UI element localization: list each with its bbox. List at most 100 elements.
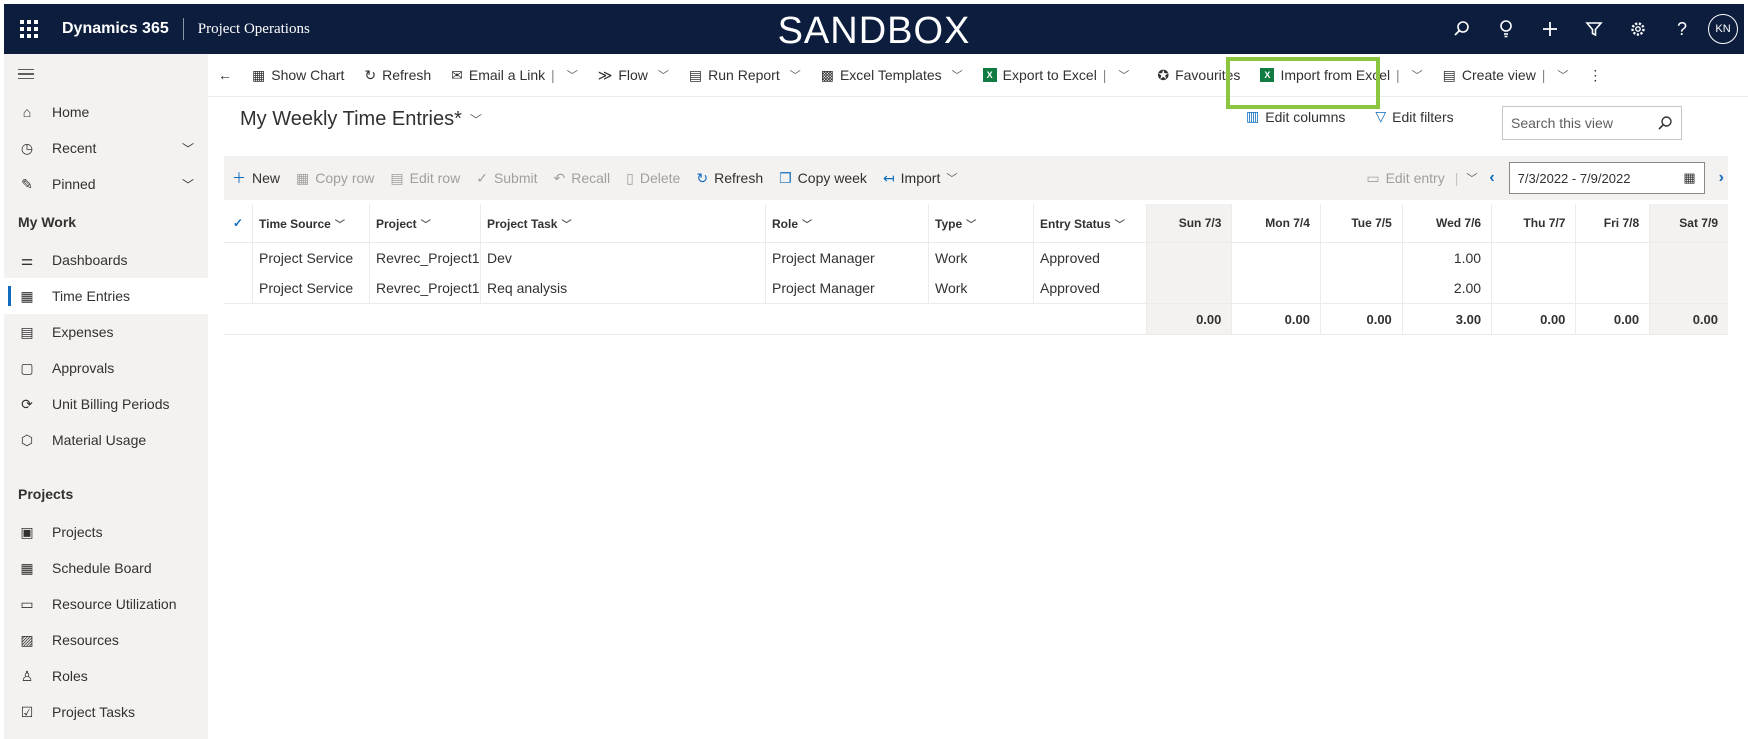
- calendar-icon[interactable]: ▦: [1683, 170, 1695, 186]
- grid-refresh-button[interactable]: ↻ Refresh: [688, 170, 771, 187]
- nav-pinned[interactable]: ✎ Pinned ﹀: [4, 166, 208, 202]
- table-row[interactable]: Project Service Revrec_Project1 Req anal…: [224, 273, 1728, 304]
- date-range-picker[interactable]: 7/3/2022 - 7/9/2022 ▦: [1508, 162, 1705, 194]
- date-range-value: 7/3/2022 - 7/9/2022: [1517, 170, 1631, 186]
- recall-button[interactable]: ↶ Recall: [546, 170, 619, 187]
- row-checkbox[interactable]: [224, 273, 253, 304]
- nav-home[interactable]: ⌂ Home: [4, 94, 208, 130]
- excel-templates-button[interactable]: ▩ Excel Templates ﹀: [811, 54, 973, 96]
- nav-schedule-board[interactable]: ▦ Schedule Board: [4, 550, 208, 586]
- cell-hours-tue[interactable]: [1319, 273, 1403, 304]
- nav-time-entries[interactable]: ▦ Time Entries: [4, 278, 208, 314]
- search-input[interactable]: Search this view: [1502, 106, 1682, 140]
- nav-dashboards[interactable]: ⚌ Dashboards: [4, 242, 208, 278]
- app-launcher-button[interactable]: [4, 4, 54, 54]
- more-commands-button[interactable]: ⋮: [1578, 54, 1612, 96]
- cell-hours-thu[interactable]: [1491, 242, 1576, 273]
- delete-button[interactable]: ▯ Delete: [618, 170, 688, 187]
- cell-hours-tue[interactable]: [1319, 242, 1403, 273]
- view-selector[interactable]: My Weekly Time Entries* ﹀: [240, 108, 482, 131]
- cell-hours-fri[interactable]: [1575, 273, 1650, 304]
- nav-project-tasks[interactable]: ☑ Project Tasks: [4, 694, 208, 730]
- chevron-down-icon[interactable]: ﹀: [567, 67, 578, 83]
- cell-hours-mon[interactable]: [1231, 273, 1321, 304]
- refresh-button[interactable]: ↻ Refresh: [354, 54, 441, 96]
- column-header-project-task[interactable]: Project Task ﹀: [480, 204, 766, 243]
- column-header-time-source[interactable]: Time Source ﹀: [252, 204, 370, 243]
- cell-project[interactable]: Revrec_Project1: [369, 273, 481, 304]
- nav-resources[interactable]: ▨ Resources: [4, 622, 208, 658]
- nav-expenses[interactable]: ▤ Expenses: [4, 314, 208, 350]
- search-icon[interactable]: [1440, 4, 1484, 54]
- cell-project-task[interactable]: Dev: [480, 242, 766, 273]
- back-button[interactable]: ←: [208, 54, 242, 96]
- cell-hours-mon[interactable]: [1231, 242, 1321, 273]
- column-header-type[interactable]: Type ﹀: [928, 204, 1034, 243]
- cell-hours-sun[interactable]: [1145, 273, 1232, 304]
- edit-columns-button[interactable]: ▥ Edit columns: [1246, 108, 1345, 125]
- submit-button[interactable]: ✓ Submit: [468, 170, 545, 187]
- column-header-role[interactable]: Role ﹀: [765, 204, 929, 243]
- export-excel-button[interactable]: X Export to Excel | ﹀: [973, 54, 1140, 96]
- cell-hours-wed[interactable]: 1.00: [1401, 242, 1492, 273]
- nav-material-usage[interactable]: ⬡ Material Usage: [4, 422, 208, 458]
- plus-icon[interactable]: [1528, 4, 1572, 54]
- create-view-button[interactable]: ▤ Create view | ﹀: [1433, 54, 1579, 96]
- chevron-down-icon[interactable]: ﹀: [182, 140, 194, 157]
- select-all-checkbox[interactable]: ✓: [224, 204, 253, 243]
- edit-filters-button[interactable]: ▽ Edit filters: [1375, 108, 1453, 125]
- copy-row-button[interactable]: ▦ Copy row: [288, 170, 382, 187]
- cell-project[interactable]: Revrec_Project1: [369, 242, 481, 273]
- filter-icon[interactable]: [1572, 4, 1616, 54]
- nav-recent[interactable]: ◷ Recent ﹀: [4, 130, 208, 166]
- nav-label: Time Entries: [52, 288, 131, 304]
- divider: |: [547, 67, 555, 83]
- chevron-down-icon[interactable]: ﹀: [1118, 67, 1129, 83]
- next-week-button[interactable]: ›: [1715, 169, 1728, 187]
- nav-roles[interactable]: ♙ Roles: [4, 658, 208, 694]
- row-checkbox[interactable]: [224, 242, 253, 273]
- email-link-button[interactable]: ✉ Email a Link | ﹀: [441, 54, 588, 96]
- run-report-button[interactable]: ▤ Run Report ﹀: [679, 54, 811, 96]
- column-header-project[interactable]: Project ﹀: [369, 204, 481, 243]
- chevron-down-icon[interactable]: ﹀: [1412, 67, 1423, 83]
- nav-unit-billing-periods[interactable]: ⟳ Unit Billing Periods: [4, 386, 208, 422]
- import-button[interactable]: ↤ Import ﹀: [875, 170, 965, 187]
- utilization-icon: ▭: [20, 595, 34, 612]
- cell-hours-fri[interactable]: [1575, 242, 1650, 273]
- cell-hours-wed[interactable]: 2.00: [1401, 273, 1492, 304]
- help-icon[interactable]: ?: [1660, 4, 1704, 54]
- cell-hours-sat[interactable]: [1649, 242, 1728, 273]
- back-arrow-icon: ←: [218, 67, 232, 83]
- edit-row-button[interactable]: ▤ Edit row: [382, 170, 468, 187]
- cell-project-task[interactable]: Req analysis: [480, 273, 766, 304]
- search-icon[interactable]: [1657, 115, 1673, 131]
- nav-resource-utilization[interactable]: ▭ Resource Utilization: [4, 586, 208, 622]
- cell-hours-sat[interactable]: [1649, 273, 1728, 304]
- cell-hours-sun[interactable]: [1145, 242, 1232, 273]
- new-button[interactable]: ＋ New: [224, 168, 288, 188]
- chevron-down-icon[interactable]: ﹀: [658, 67, 669, 83]
- lightbulb-icon[interactable]: [1484, 4, 1528, 54]
- brand-name[interactable]: Dynamics 365: [54, 18, 184, 40]
- copy-week-button[interactable]: ❐ Copy week: [771, 170, 875, 187]
- chevron-down-icon[interactable]: ﹀: [182, 176, 194, 193]
- chevron-down-icon[interactable]: ﹀: [1466, 170, 1477, 186]
- cell-hours-thu[interactable]: [1491, 273, 1576, 304]
- flow-button[interactable]: ≫ Flow ﹀: [588, 54, 679, 96]
- submit-label: Submit: [493, 170, 538, 186]
- avatar[interactable]: KN: [1708, 14, 1738, 44]
- nav-projects[interactable]: ▣ Projects: [4, 514, 208, 550]
- edit-entry-button[interactable]: ▭ Edit entry | ﹀: [1358, 170, 1485, 187]
- table-row[interactable]: Project Service Revrec_Project1 Dev Proj…: [224, 242, 1728, 273]
- chevron-down-icon[interactable]: ﹀: [1557, 67, 1568, 83]
- app-name[interactable]: Project Operations: [184, 21, 310, 38]
- gear-icon[interactable]: [1616, 4, 1660, 54]
- nav-approvals[interactable]: ▢ Approvals: [4, 350, 208, 386]
- collapse-menu-button[interactable]: [4, 54, 208, 94]
- column-header-entry-status[interactable]: Entry Status ﹀: [1033, 204, 1147, 243]
- show-chart-button[interactable]: ▦ Show Chart: [242, 54, 354, 96]
- previous-week-button[interactable]: ‹: [1485, 169, 1498, 187]
- chevron-down-icon[interactable]: ﹀: [952, 67, 963, 83]
- chevron-down-icon[interactable]: ﹀: [790, 67, 801, 83]
